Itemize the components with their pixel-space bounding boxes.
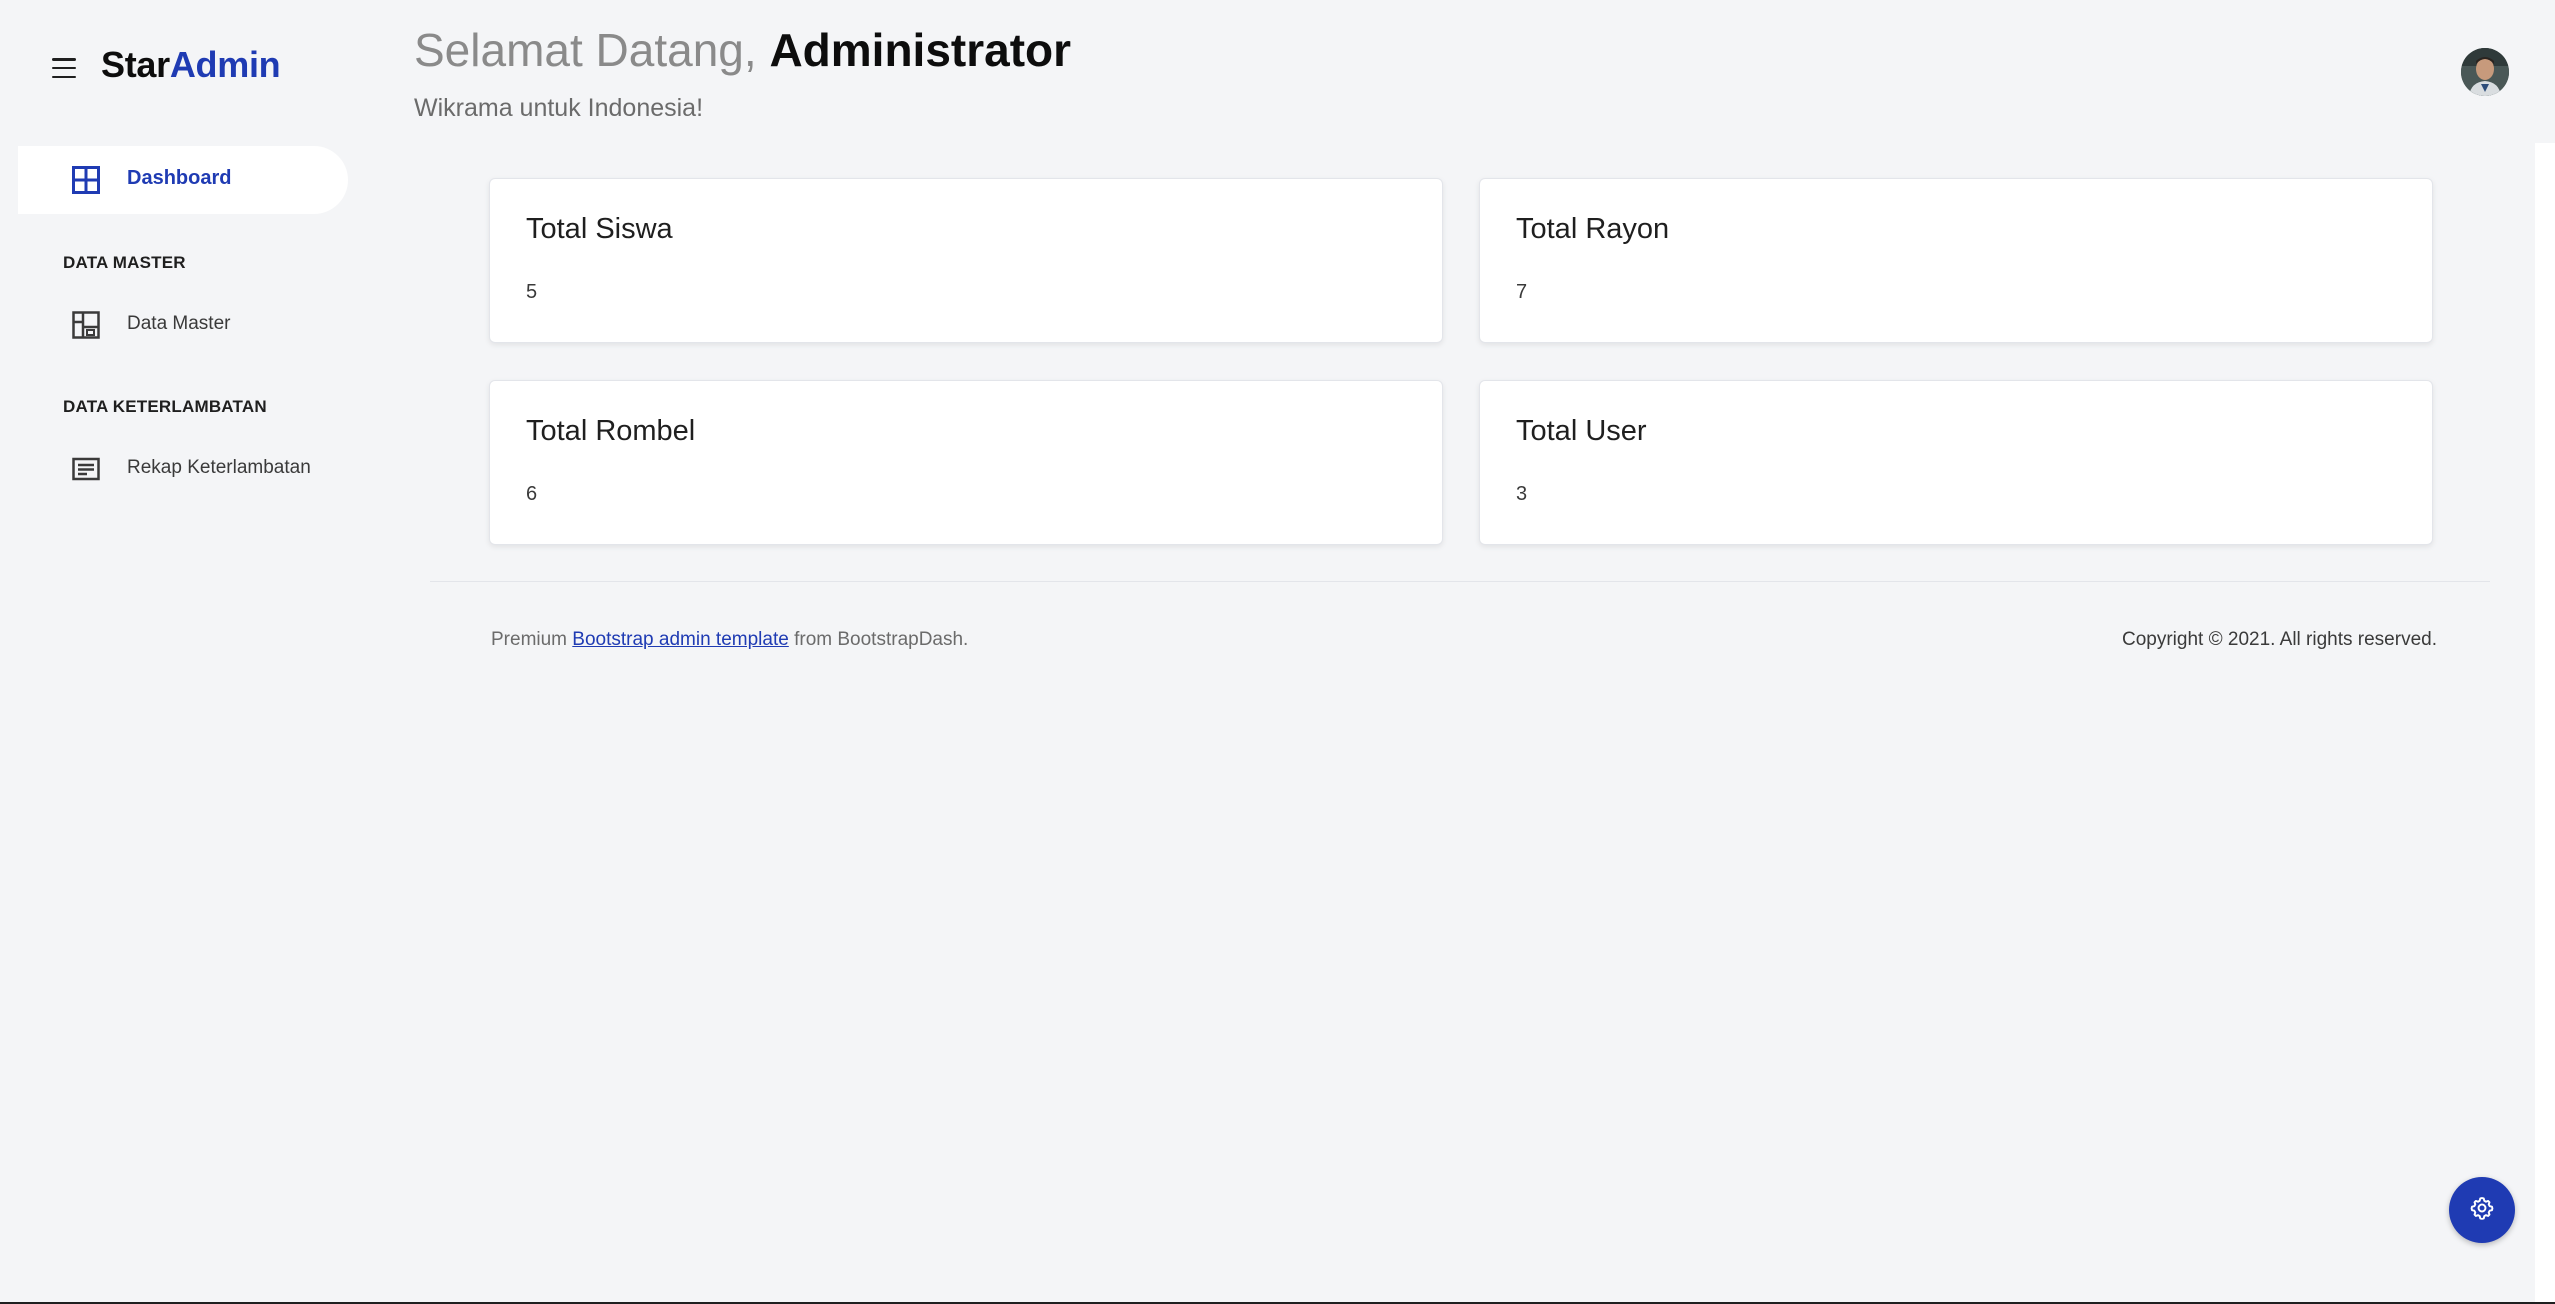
sidebar-item-dashboard[interactable]: Dashboard <box>18 146 348 214</box>
greeting-text: Selamat Datang, <box>414 24 757 76</box>
user-name: Administrator <box>769 24 1072 76</box>
user-avatar[interactable] <box>2461 48 2509 96</box>
sidebar-item-label: Rekap Keterlambatan <box>127 457 311 478</box>
sidebar-item-rekap-keterlambatan[interactable]: Rekap Keterlambatan <box>18 443 348 493</box>
card-title: Total User <box>1516 415 1647 447</box>
section-title-data-keterlambatan: DATA KETERLAMBATAN <box>63 397 267 416</box>
footer-suffix: from BootstrapDash. <box>794 629 969 650</box>
card-value: 6 <box>526 483 538 505</box>
card-title: Total Siswa <box>526 213 673 245</box>
sidebar-item-label: Dashboard <box>127 167 232 189</box>
sidebar-item-label: Data Master <box>127 313 231 334</box>
brand-logo[interactable]: StarAdmin <box>101 44 281 86</box>
grid-icon <box>72 166 100 199</box>
settings-button[interactable] <box>2449 1177 2515 1243</box>
sidebar-item-data-master[interactable]: Data Master <box>18 299 348 349</box>
card-total-rombel: Total Rombel 6 <box>489 380 1443 545</box>
footer-prefix: Premium <box>491 629 568 650</box>
card-total-siswa: Total Siswa 5 <box>489 178 1443 343</box>
gear-icon <box>2469 1195 2495 1226</box>
footer-copyright: Copyright © 2021. All rights reserved. <box>2122 629 2437 650</box>
section-title-data-master: DATA MASTER <box>63 253 186 272</box>
footer-divider <box>430 581 2490 582</box>
card-value: 7 <box>1516 281 1528 303</box>
bootstrap-template-link[interactable]: Bootstrap admin template <box>572 629 789 650</box>
card-title: Total Rayon <box>1516 213 1670 245</box>
hamburger-menu-icon[interactable] <box>52 58 76 78</box>
layout-icon <box>72 311 100 344</box>
right-edge <box>2535 143 2555 1304</box>
footer-credit: Premium Bootstrap admin template from Bo… <box>491 629 968 651</box>
card-total-rayon: Total Rayon 7 <box>1479 178 2433 343</box>
card-title: Total Rombel <box>526 415 696 447</box>
avatar-image <box>2461 48 2509 96</box>
card-value: 5 <box>526 281 538 303</box>
card-total-user: Total User 3 <box>1479 380 2433 545</box>
brand-part-1: Star <box>101 44 170 85</box>
list-icon <box>72 455 100 488</box>
brand-part-2: Admin <box>169 44 281 85</box>
welcome-heading: Selamat Datang, Administrator <box>414 22 1071 78</box>
left-edge <box>0 0 18 1304</box>
welcome-subtitle: Wikrama untuk Indonesia! <box>414 94 704 122</box>
app-root: StarAdmin Selamat Datang, Administrator … <box>0 0 2555 1304</box>
card-value: 3 <box>1516 483 1528 505</box>
